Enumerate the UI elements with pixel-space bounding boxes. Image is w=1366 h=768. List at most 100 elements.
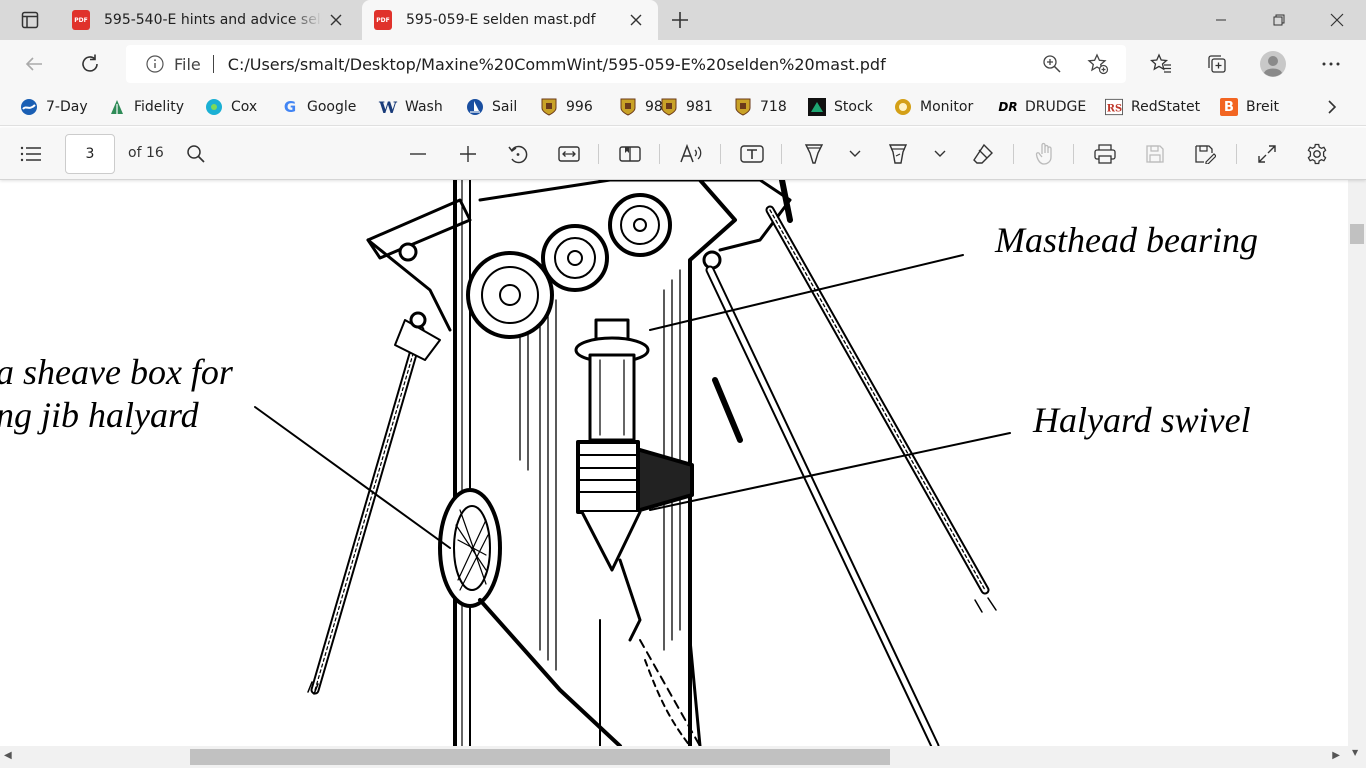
favorite-996[interactable]: 996: [540, 96, 593, 118]
navigation-toolbar: File C:/Users/smalt/Desktop/Maxine%20Com…: [0, 40, 1366, 88]
favorite-google[interactable]: G Google: [281, 96, 357, 118]
eraser-icon: [973, 143, 993, 164]
fit-width-icon: [558, 146, 580, 162]
avatar-icon: [1260, 51, 1286, 77]
highlight-button[interactable]: [884, 140, 912, 168]
zoom-out-button[interactable]: [404, 140, 432, 168]
sail-icon: [466, 98, 484, 116]
close-icon[interactable]: [626, 10, 646, 30]
touch-hand-icon: [1035, 142, 1052, 165]
favorite-label: 981: [686, 99, 713, 115]
favorite-981-b[interactable]: 981: [660, 96, 713, 118]
zoom-in-button[interactable]: [454, 140, 482, 168]
label-masthead-bearing: Masthead bearing: [995, 220, 1258, 260]
page-number-input[interactable]: 3: [65, 134, 115, 174]
print-button[interactable]: [1091, 140, 1119, 168]
horizontal-scroll-thumb[interactable]: [190, 749, 890, 765]
tab-selden-mast[interactable]: PDF 595-059-E selden mast.pdf: [362, 0, 658, 40]
close-icon[interactable]: [326, 10, 346, 30]
scroll-right-arrow-icon[interactable]: ▶: [1332, 750, 1340, 761]
favorite-label: 7-Day: [46, 99, 88, 115]
favorite-stock[interactable]: Stock: [808, 96, 873, 118]
collections-button[interactable]: [1203, 50, 1231, 78]
favorite-breit[interactable]: B Breit: [1220, 96, 1279, 118]
favorite-cox[interactable]: Cox: [205, 96, 257, 118]
favorite-label: 996: [566, 99, 593, 115]
favorite-718[interactable]: 718: [734, 96, 787, 118]
breitbart-icon: B: [1220, 98, 1238, 116]
url-text[interactable]: C:/Users/smalt/Desktop/Maxine%20CommWint…: [228, 55, 886, 74]
scroll-corner: ▼: [1348, 746, 1366, 768]
back-arrow-icon: [25, 57, 42, 71]
favorite-label: Sail: [492, 99, 518, 115]
pdf-settings-button[interactable]: [1303, 140, 1331, 168]
read-aloud-button[interactable]: [677, 140, 705, 168]
window-close-button[interactable]: [1308, 0, 1366, 40]
fit-width-button[interactable]: [555, 140, 583, 168]
favorite-label: Google: [307, 99, 357, 115]
vertical-scrollbar[interactable]: ▲: [1348, 128, 1366, 746]
porsche-crest-icon: [660, 98, 678, 116]
restore-icon: [1273, 14, 1285, 26]
full-screen-button[interactable]: [1253, 140, 1281, 168]
divider: [1013, 144, 1014, 164]
divider: [1073, 144, 1074, 164]
favorite-7-day[interactable]: 7-Day: [20, 96, 88, 118]
washington-post-icon: W: [379, 97, 397, 117]
horizontal-scrollbar[interactable]: ◀ ▶: [0, 746, 1348, 768]
erase-button[interactable]: [969, 140, 997, 168]
refresh-icon: [82, 54, 98, 72]
highlight-options-button[interactable]: [934, 148, 946, 160]
gear-icon: [1307, 143, 1327, 165]
favorite-fidelity[interactable]: Fidelity: [108, 96, 184, 118]
find-button[interactable]: [182, 140, 210, 168]
zoom-button[interactable]: [1038, 50, 1066, 78]
save-button[interactable]: [1141, 140, 1169, 168]
refresh-button[interactable]: [76, 50, 104, 78]
tab-title: 595-540-E hints and advice selden mast.p…: [104, 12, 322, 28]
tab-actions-button[interactable]: [8, 0, 52, 40]
divider: [1236, 144, 1237, 164]
page-view-button[interactable]: [616, 140, 644, 168]
settings-menu-button[interactable]: [1317, 50, 1345, 78]
add-favorite-button[interactable]: [1084, 50, 1112, 78]
favorite-wash[interactable]: W Wash: [379, 96, 443, 118]
minimize-button[interactable]: [1192, 0, 1250, 40]
more-favorites-button[interactable]: [1326, 96, 1338, 118]
zoom-in-icon: [1043, 55, 1061, 73]
favorite-label: RedStatet: [1131, 99, 1201, 115]
draw-button[interactable]: [800, 140, 828, 168]
scroll-left-arrow-icon[interactable]: ◀: [4, 750, 12, 761]
redstate-icon: RS: [1105, 98, 1123, 116]
back-button[interactable]: [20, 50, 48, 78]
text-box-icon: [740, 145, 764, 163]
site-info-button[interactable]: File: [146, 55, 201, 74]
touch-mode-button[interactable]: [1031, 140, 1059, 168]
contents-button[interactable]: [17, 140, 45, 168]
address-bar[interactable]: File C:/Users/smalt/Desktop/Maxine%20Com…: [126, 45, 1126, 83]
draw-options-button[interactable]: [849, 148, 861, 160]
label-halyard-swivel: Halyard swivel: [1033, 400, 1251, 440]
page-view-icon: [619, 146, 641, 162]
pdf-page-view[interactable]: Masthead bearing Halyard swivel a sheave…: [0, 180, 1348, 746]
favorites-button[interactable]: [1147, 50, 1175, 78]
profile-button[interactable]: [1259, 50, 1287, 78]
add-text-button[interactable]: [738, 140, 766, 168]
label-sheave-box-line1: a sheave box for: [0, 352, 233, 392]
favorite-label: Cox: [231, 99, 258, 115]
divider: [212, 55, 214, 73]
favorite-sail[interactable]: Sail: [466, 96, 517, 118]
restore-button[interactable]: [1250, 0, 1308, 40]
favorite-monitor[interactable]: Monitor: [894, 96, 973, 118]
vertical-scroll-thumb[interactable]: [1350, 224, 1364, 244]
save-as-button[interactable]: [1191, 140, 1219, 168]
new-tab-button[interactable]: [666, 6, 694, 34]
minus-icon: [410, 153, 426, 155]
rotate-button[interactable]: [504, 140, 532, 168]
favorite-drudge[interactable]: DR DRUDGE: [998, 96, 1086, 118]
tab-hints-advice[interactable]: PDF 595-540-E hints and advice selden ma…: [60, 0, 358, 40]
monitor-icon: [894, 98, 912, 116]
svg-text:RS: RS: [1107, 104, 1122, 115]
favorite-redstate[interactable]: RS RedStatet: [1105, 96, 1200, 118]
scroll-down-arrow-icon[interactable]: ▼: [1352, 748, 1358, 757]
